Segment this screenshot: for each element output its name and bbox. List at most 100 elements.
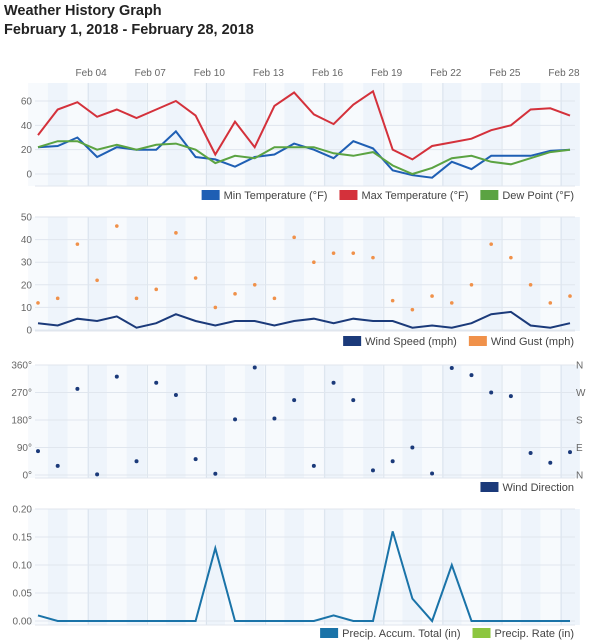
y-tick-label: 0°	[22, 471, 32, 482]
day-stripe	[284, 365, 304, 478]
day-stripe	[501, 83, 521, 186]
day-stripe	[146, 83, 167, 186]
day-stripe	[205, 509, 226, 625]
day-stripe	[106, 83, 127, 186]
legend-swatch	[339, 190, 358, 200]
day-stripe	[520, 365, 541, 478]
legend-label: Min Temperature (°F)	[224, 190, 328, 202]
day-stripe	[264, 83, 285, 186]
data-point-wind-gust-mph	[75, 242, 80, 246]
data-point-wind-direction	[370, 468, 375, 473]
x-tick-label: Feb 28	[548, 68, 580, 79]
day-stripe	[87, 217, 107, 331]
day-stripe	[47, 217, 68, 331]
y-tick-label: 60	[21, 97, 33, 108]
y-tick-label: 180°	[11, 416, 32, 427]
day-stripe	[67, 365, 88, 478]
chart-panel-2: 0 10 20 30 40 50 Wind Gust (mph) Wind Speed (mp…	[21, 213, 580, 348]
data-point-wind-direction	[548, 460, 553, 465]
data-point-wind-direction	[75, 386, 80, 391]
day-stripe	[126, 509, 147, 625]
data-point-wind-direction	[331, 380, 336, 385]
data-point-wind-direction	[311, 463, 316, 468]
day-stripe	[166, 365, 186, 478]
data-point-wind-direction	[469, 373, 474, 378]
chart-panel-1: 0 20 40 60 Dew Point (°F) Max Temperature (°F…	[21, 83, 580, 202]
day-stripe	[185, 83, 206, 186]
data-point-wind-gust-mph	[272, 296, 277, 301]
day-stripe	[323, 83, 344, 186]
legend-label: Precip. Accum. Total (in)	[342, 628, 460, 640]
day-stripe	[225, 365, 245, 478]
data-point-wind-direction	[55, 463, 60, 468]
day-stripe	[441, 83, 462, 186]
day-stripe	[67, 509, 88, 625]
data-point-wind-direction	[173, 392, 178, 397]
data-point-wind-direction	[508, 394, 513, 399]
day-stripe	[264, 365, 285, 478]
data-point-wind-gust-mph	[134, 296, 139, 301]
day-stripe	[47, 365, 68, 478]
data-point-wind-direction	[272, 416, 277, 421]
x-tick-label: Feb 07	[135, 68, 167, 79]
day-stripe	[47, 509, 68, 625]
day-stripe	[185, 509, 206, 625]
y-tick-label: 0.00	[13, 617, 33, 628]
day-stripe	[461, 509, 482, 625]
day-stripe	[540, 217, 561, 331]
legend-swatch	[468, 336, 487, 346]
day-stripe	[284, 509, 304, 625]
day-stripe	[363, 365, 383, 478]
data-point-wind-direction	[568, 450, 572, 455]
day-stripe	[284, 217, 304, 331]
day-stripe	[343, 509, 364, 625]
day-stripe	[520, 509, 541, 625]
x-tick-label: Feb 22	[430, 68, 462, 79]
y-tick-label: 20	[21, 145, 33, 156]
day-stripe	[304, 365, 324, 478]
y-tick-label: 0	[26, 170, 32, 181]
day-stripe	[481, 365, 502, 478]
day-stripe	[540, 509, 561, 625]
data-point-wind-direction	[95, 472, 100, 477]
data-point-wind-gust-mph	[469, 283, 474, 287]
data-point-wind-direction	[134, 459, 139, 464]
data-point-wind-direction	[351, 398, 356, 403]
day-stripe	[126, 217, 147, 331]
compass-tick-label: S	[576, 416, 583, 427]
day-stripe	[244, 509, 265, 625]
day-stripe	[461, 83, 482, 186]
day-stripe	[402, 365, 423, 478]
data-point-wind-gust-mph	[312, 260, 316, 265]
day-stripe	[501, 217, 521, 331]
day-stripe	[422, 509, 442, 625]
day-stripe	[205, 217, 226, 331]
day-stripe	[560, 509, 580, 625]
legend-label: Max Temperature (°F)	[361, 190, 468, 202]
data-point-wind-direction	[528, 451, 533, 455]
data-point-wind-gust-mph	[430, 294, 434, 298]
y-tick-label: 0.15	[13, 533, 33, 544]
compass-tick-label: W	[576, 388, 586, 399]
day-stripe	[520, 217, 541, 331]
y-tick-label: 270°	[11, 388, 32, 399]
day-stripe	[343, 83, 364, 186]
data-point-wind-gust-mph	[233, 292, 237, 296]
data-point-wind-gust-mph	[371, 255, 375, 260]
day-stripe	[481, 83, 502, 186]
day-stripe	[560, 83, 580, 186]
day-stripe	[225, 217, 245, 331]
day-stripe	[441, 217, 462, 331]
legend-swatch	[472, 628, 491, 638]
data-point-wind-gust-mph	[449, 301, 454, 305]
data-point-wind-direction	[252, 365, 257, 370]
data-point-wind-gust-mph	[548, 301, 553, 305]
data-point-wind-gust-mph	[154, 287, 159, 292]
day-stripe	[205, 365, 226, 478]
x-tick-label: Feb 13	[253, 68, 285, 79]
day-stripe	[244, 365, 265, 478]
y-tick-label: 20	[21, 280, 33, 291]
day-stripe	[422, 217, 442, 331]
weather-charts: 0 20 40 60 Dew Point (°F) Max Temperature (°F…	[11, 68, 586, 640]
y-tick-label: 40	[21, 121, 33, 132]
